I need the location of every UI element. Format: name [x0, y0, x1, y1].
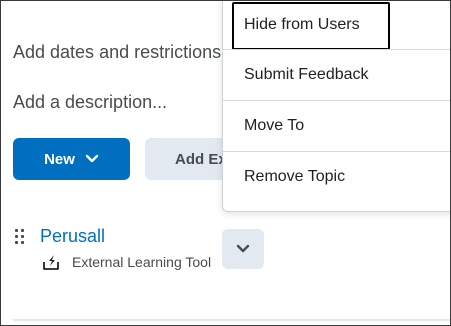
menu-item-label: Move To: [244, 117, 305, 134]
drag-handle-icon[interactable]: [15, 229, 25, 247]
menu-item-move-to[interactable]: Move To: [223, 100, 450, 151]
chevron-down-icon: [236, 244, 250, 253]
topic-actions-menu: Hide from Users Submit Feedback Move To …: [222, 1, 450, 212]
topic-type-label: External Learning Tool: [72, 254, 212, 270]
menu-item-remove-topic[interactable]: Remove Topic: [223, 151, 450, 202]
content-page: Add dates and restrictions... Add a desc…: [0, 0, 451, 326]
topic-actions-button[interactable]: [222, 229, 264, 269]
add-dates-restrictions-link[interactable]: Add dates and restrictions...: [13, 42, 236, 63]
menu-item-label: Remove Topic: [244, 168, 346, 185]
menu-item-label: Submit Feedback: [244, 66, 369, 83]
external-learning-tool-icon: [43, 255, 59, 270]
focus-outline: [232, 2, 390, 50]
add-description-link[interactable]: Add a description...: [13, 92, 167, 113]
new-button-label: New: [44, 150, 75, 168]
divider: [13, 319, 450, 321]
topic-title-link[interactable]: Perusall: [40, 226, 105, 247]
new-button[interactable]: New: [13, 138, 130, 180]
menu-item-submit-feedback[interactable]: Submit Feedback: [223, 49, 450, 100]
chevron-down-icon: [85, 154, 99, 163]
